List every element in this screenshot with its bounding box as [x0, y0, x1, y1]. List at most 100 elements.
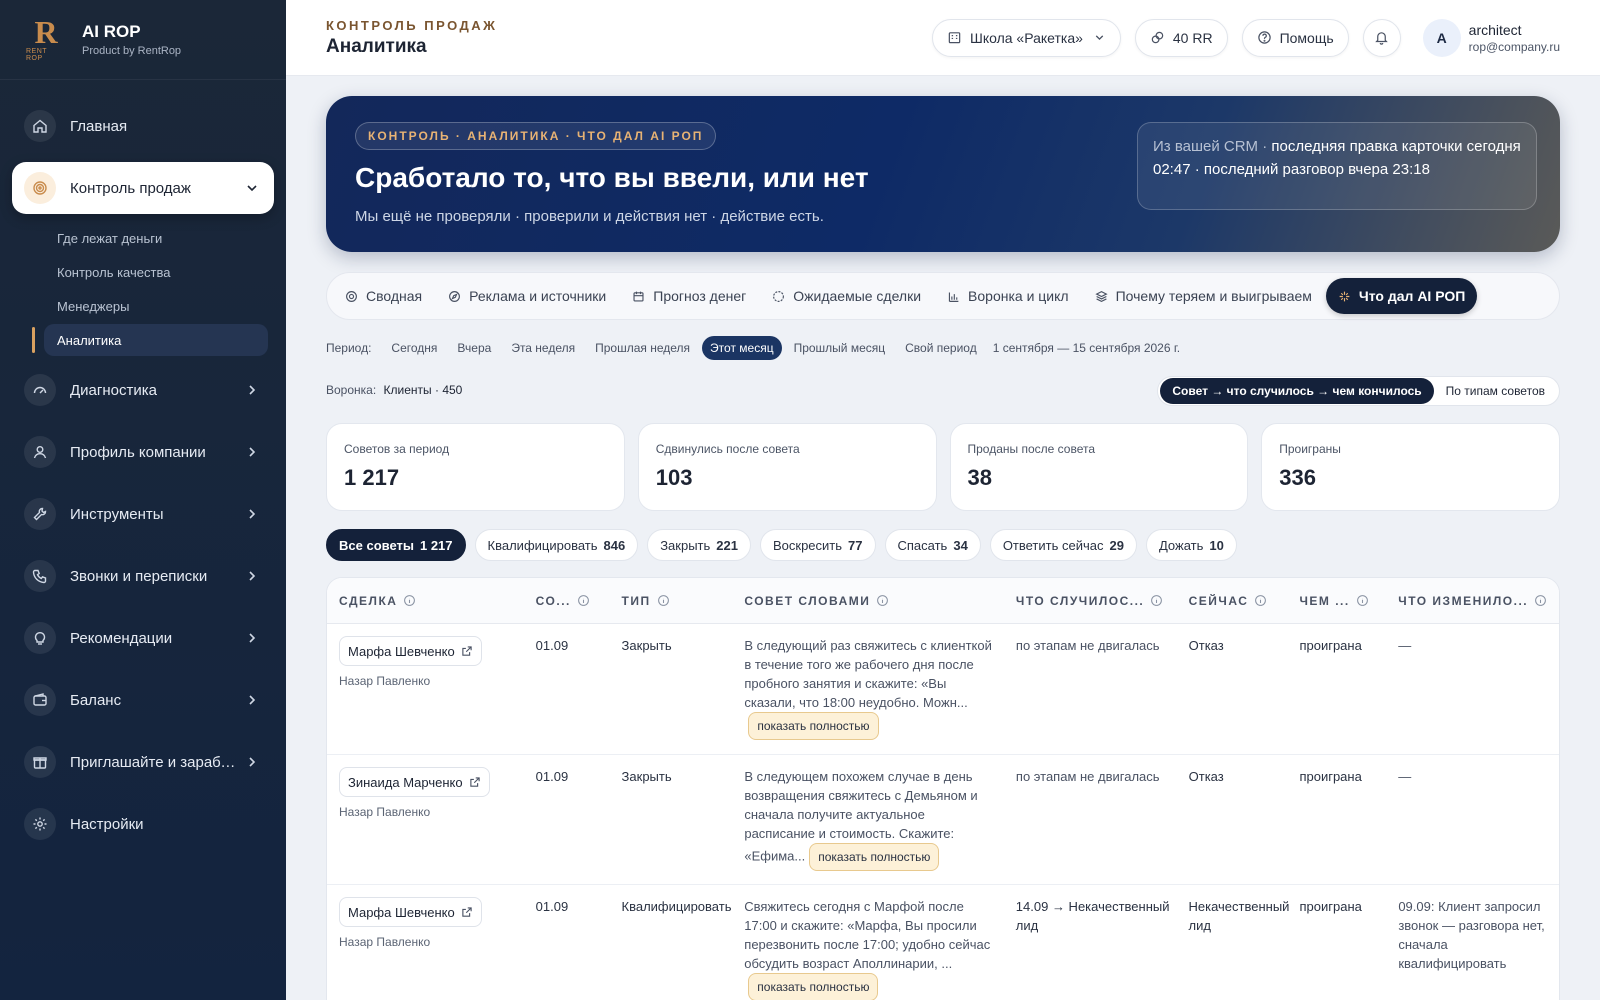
- tab-ai-rop-impact[interactable]: Что дал AI РОП: [1325, 278, 1478, 314]
- col-type[interactable]: ТИП: [610, 594, 733, 608]
- deal-link[interactable]: Марфа Шевченко: [339, 636, 482, 666]
- sparkle-icon: [1339, 291, 1350, 301]
- info-icon[interactable]: [1150, 594, 1163, 607]
- show-more-button[interactable]: показать полностью: [748, 712, 879, 740]
- info-icon[interactable]: [403, 594, 416, 607]
- nav-item-sales-control[interactable]: Контроль продаж: [12, 162, 274, 214]
- advice-text-cell: В следующем похожем случае в день возвра…: [732, 755, 1004, 884]
- balance-button[interactable]: 40 RR: [1134, 18, 1228, 57]
- filter-label: Ответить сейчас: [1002, 537, 1104, 553]
- nav-item-settings[interactable]: Настройки: [12, 798, 274, 850]
- col-changed[interactable]: ЧТО ИЗМЕНИЛО...: [1386, 594, 1559, 608]
- period-custom[interactable]: Свой период: [897, 336, 985, 360]
- tab-label: Ожидаемые сделки: [793, 288, 922, 304]
- chevron-right-icon[interactable]: [244, 444, 260, 460]
- filter-count: 29: [1109, 537, 1124, 553]
- external-link-icon: [469, 777, 480, 787]
- info-icon[interactable]: [876, 594, 889, 607]
- help-button[interactable]: Помощь: [1241, 18, 1349, 57]
- deal-name: Зинаида Марченко: [348, 774, 463, 790]
- subnav-item-money[interactable]: Где лежат деньги: [44, 222, 268, 254]
- chevron-down-icon[interactable]: [244, 180, 260, 196]
- filter-label: Закрыть: [660, 537, 711, 553]
- col-title: ЧЕМ ...: [1299, 593, 1350, 608]
- chevron-right-icon[interactable]: [244, 692, 260, 708]
- nav-item-tools[interactable]: Инструменты: [12, 488, 274, 540]
- stat-label: Сдвинулись после совета: [655, 442, 800, 456]
- chevron-right-icon[interactable]: [244, 382, 260, 398]
- view-option-flow[interactable]: Совет → что случилось → чем кончилось: [1160, 378, 1434, 404]
- crm-line2: 02:47 · последний разговор вчера 23:18: [1153, 161, 1430, 178]
- deal-result: проиграна: [1299, 899, 1362, 914]
- info-icon[interactable]: [577, 594, 590, 607]
- col-title: СОВЕТ СЛОВАМИ: [744, 593, 871, 608]
- period-this-week[interactable]: Эта неделя: [503, 336, 583, 360]
- filter-qualify[interactable]: Квалифицировать 846: [474, 529, 639, 561]
- tab-money-forecast[interactable]: Прогноз денег: [620, 278, 758, 314]
- compass-icon: [449, 290, 461, 302]
- nav-item-company-profile[interactable]: Профиль компании: [12, 426, 274, 478]
- chevron-right-icon[interactable]: [244, 754, 260, 770]
- info-icon[interactable]: [1254, 594, 1267, 607]
- user-icon: [24, 436, 56, 468]
- deal-link[interactable]: Марфа Шевченко: [339, 897, 482, 927]
- filter-close[interactable]: Закрыть 221: [647, 529, 751, 561]
- user-menu[interactable]: A architect rop@company.ru: [1422, 18, 1560, 57]
- info-icon[interactable]: [1356, 594, 1369, 607]
- period-last-week[interactable]: Прошлая неделя: [587, 336, 698, 360]
- deal-link[interactable]: Зинаида Марченко: [339, 767, 490, 797]
- chevron-right-icon[interactable]: [244, 568, 260, 584]
- notifications-button[interactable]: [1362, 18, 1401, 57]
- col-deal[interactable]: СДЕЛКА: [327, 594, 524, 608]
- external-link-icon: [462, 646, 472, 656]
- tab-ads-sources[interactable]: Реклама и источники: [436, 278, 618, 314]
- filter-count: 846: [603, 537, 626, 553]
- subnav-item-analytics[interactable]: Аналитика: [32, 324, 268, 356]
- tab-expected-deals[interactable]: Ожидаемые сделки: [760, 278, 933, 314]
- funnel-selector[interactable]: Воронка: Клиенты · 450: [326, 383, 462, 397]
- subnav-item-quality[interactable]: Контроль качества: [44, 256, 268, 288]
- brand[interactable]: R RENT ROP AI ROP Product by RentRop: [0, 0, 286, 80]
- chevron-right-icon[interactable]: [244, 630, 260, 646]
- filter-revive[interactable]: Воскресить 77: [759, 529, 876, 561]
- period-last-month[interactable]: Прошлый месяц: [786, 336, 894, 360]
- period-yesterday[interactable]: Вчера: [449, 336, 499, 360]
- period-this-month[interactable]: Этот месяц: [702, 336, 782, 360]
- nav-item-referral[interactable]: Приглашайте и зарабатывайте: [12, 736, 274, 788]
- tab-funnel-cycle[interactable]: Воронка и цикл: [935, 278, 1081, 314]
- show-more-button[interactable]: показать полностью: [809, 843, 940, 871]
- filter-push[interactable]: Дожать 10: [1145, 529, 1237, 561]
- nav-item-recommendations[interactable]: Рекомендации: [12, 612, 274, 664]
- filter-all[interactable]: Все советы 1 217: [326, 529, 466, 561]
- view-option-types[interactable]: По типам советов: [1434, 378, 1557, 404]
- advice-type: Квалифицировать: [621, 899, 732, 914]
- tab-win-loss[interactable]: Почему теряем и выигрываем: [1083, 278, 1324, 314]
- school-selector[interactable]: Школа «Ракетка»: [931, 18, 1121, 57]
- filter-reply-now[interactable]: Ответить сейчас 29: [989, 529, 1137, 561]
- rentrop-logo: R RENT ROP: [26, 16, 66, 62]
- breadcrumb[interactable]: КОНТРОЛЬ ПРОДАЖ: [326, 18, 497, 33]
- nav-item-diagnostics[interactable]: Диагностика: [12, 364, 274, 416]
- info-icon[interactable]: [657, 594, 670, 607]
- filter-count: 34: [953, 537, 968, 553]
- col-result[interactable]: ЧЕМ ...: [1287, 594, 1386, 608]
- nav-item-balance[interactable]: Баланс: [12, 674, 274, 726]
- col-happened[interactable]: ЧТО СЛУЧИЛОС...: [1004, 594, 1177, 608]
- subnav-item-managers[interactable]: Менеджеры: [44, 290, 268, 322]
- sidebar: R RENT ROP AI ROP Product by RentRop Гла…: [0, 0, 286, 1000]
- period-today[interactable]: Сегодня: [383, 336, 445, 360]
- col-date[interactable]: СО...: [524, 594, 610, 608]
- show-more-button[interactable]: показать полностью: [748, 973, 879, 1000]
- info-icon[interactable]: [1534, 594, 1547, 607]
- filter-rescue[interactable]: Спасать 34: [884, 529, 981, 561]
- col-advice[interactable]: СОВЕТ СЛОВАМИ: [732, 594, 1004, 608]
- current-status: Некачественный лид: [1188, 899, 1290, 933]
- chevron-right-icon[interactable]: [244, 506, 260, 522]
- stat-value: 336: [1279, 465, 1316, 490]
- tab-label: Реклама и источники: [469, 288, 607, 304]
- nav-item-calls[interactable]: Звонки и переписки: [12, 550, 274, 602]
- tab-summary[interactable]: Сводная: [333, 278, 434, 314]
- nav-item-home[interactable]: Главная: [12, 100, 274, 152]
- advice-date: 01.09: [535, 769, 569, 784]
- col-now[interactable]: СЕЙЧАС: [1177, 594, 1288, 608]
